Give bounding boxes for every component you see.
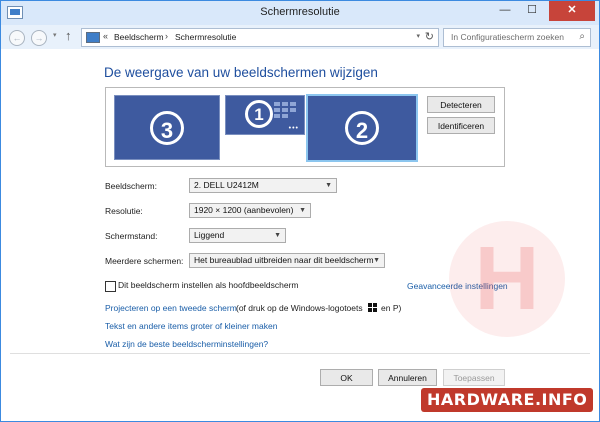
display-label: Beeldscherm: <box>105 181 157 191</box>
main-display-checkbox[interactable] <box>105 281 116 292</box>
minimize-button[interactable]: — <box>492 1 518 21</box>
breadcrumb-separator[interactable]: › <box>165 31 168 41</box>
multiple-displays-value: Het bureaublad uitbreiden naar dit beeld… <box>194 255 374 265</box>
resolution-value: 1920 × 1200 (aanbevolen) <box>194 205 294 215</box>
ok-button[interactable]: OK <box>320 369 373 386</box>
ellipsis-icon: ••• <box>288 125 299 132</box>
display-icon <box>86 32 100 43</box>
best-settings-link[interactable]: Wat zijn de beste beeldscherminstellinge… <box>105 339 268 349</box>
apply-button[interactable]: Toepassen <box>443 369 505 386</box>
desktop-tiles-icon <box>274 102 296 118</box>
breadcrumb-beeldscherm[interactable]: Beeldscherm <box>114 32 164 42</box>
forward-button[interactable]: → <box>31 30 47 46</box>
chevron-down-icon: ▼ <box>325 182 332 189</box>
maximize-button[interactable]: ☐ <box>519 1 545 21</box>
monitor-3[interactable]: 3 <box>114 95 220 160</box>
display-select[interactable]: 2. DELL U2412M ▼ <box>189 178 337 193</box>
navigation-bar: ← → ▾ ↑ « Beeldscherm › Schermresolutie … <box>1 25 599 49</box>
up-button[interactable]: ↑ <box>65 28 72 43</box>
address-bar[interactable]: « Beeldscherm › Schermresolutie ▾ ↻ <box>81 28 439 47</box>
breadcrumb-schermresolutie[interactable]: Schermresolutie <box>175 32 236 42</box>
breadcrumb-overflow[interactable]: « <box>103 31 108 41</box>
search-input[interactable]: In Configuratiescherm zoeken <box>451 32 564 42</box>
monitor-number: 3 <box>150 110 184 145</box>
chevron-down-icon: ▼ <box>299 207 306 214</box>
project-link[interactable]: Projecteren op een tweede scherm <box>105 303 237 313</box>
back-button[interactable]: ← <box>9 30 25 46</box>
watermark-logo: HARDWARE.INFO <box>421 388 594 412</box>
resolution-label: Resolutie: <box>105 206 143 216</box>
windows-logo-icon <box>368 303 377 312</box>
divider <box>10 353 590 354</box>
main-display-label[interactable]: Dit beeldscherm instellen als hoofdbeeld… <box>118 280 298 290</box>
text-size-link[interactable]: Tekst en andere items groter of kleiner … <box>105 321 277 331</box>
search-box[interactable]: In Configuratiescherm zoeken ⌕ <box>443 28 591 47</box>
chevron-down-icon: ▼ <box>373 257 380 264</box>
project-hint: (of druk op de Windows-logotoets <box>236 303 363 313</box>
monitor-number: 2 <box>345 111 379 145</box>
orientation-label: Schermstand: <box>105 231 158 241</box>
monitor-2-selected[interactable]: 2 <box>306 94 418 162</box>
refresh-icon[interactable]: ↻ <box>425 30 434 43</box>
chevron-down-icon: ▼ <box>274 232 281 239</box>
multiple-displays-select[interactable]: Het bureaublad uitbreiden naar dit beeld… <box>189 253 385 268</box>
identify-button[interactable]: Identificeren <box>427 117 495 134</box>
watermark-h-icon: H <box>449 221 565 337</box>
orientation-value: Liggend <box>194 230 225 240</box>
screen-resolution-window: Schermresolutie — ☐ ✕ ← → ▾ ↑ « Beeldsch… <box>0 0 600 422</box>
page-title: De weergave van uw beeldschermen wijzige… <box>104 65 378 80</box>
recent-pages-chevron-icon[interactable]: ▾ <box>53 31 57 39</box>
project-hint-end: en P) <box>381 303 402 313</box>
search-icon[interactable]: ⌕ <box>579 31 585 42</box>
monitor-1[interactable]: 1 ••• <box>225 95 305 135</box>
multiple-displays-label: Meerdere schermen: <box>105 256 184 266</box>
display-value: 2. DELL U2412M <box>194 180 259 190</box>
resolution-select[interactable]: 1920 × 1200 (aanbevolen) ▼ <box>189 203 311 218</box>
close-button[interactable]: ✕ <box>549 1 595 21</box>
monitor-number: 1 <box>245 100 273 128</box>
orientation-select[interactable]: Liggend ▼ <box>189 228 286 243</box>
address-dropdown-icon[interactable]: ▾ <box>416 32 420 40</box>
title-bar: Schermresolutie — ☐ ✕ <box>1 1 599 25</box>
detect-button[interactable]: Detecteren <box>427 96 495 113</box>
cancel-button[interactable]: Annuleren <box>378 369 437 386</box>
